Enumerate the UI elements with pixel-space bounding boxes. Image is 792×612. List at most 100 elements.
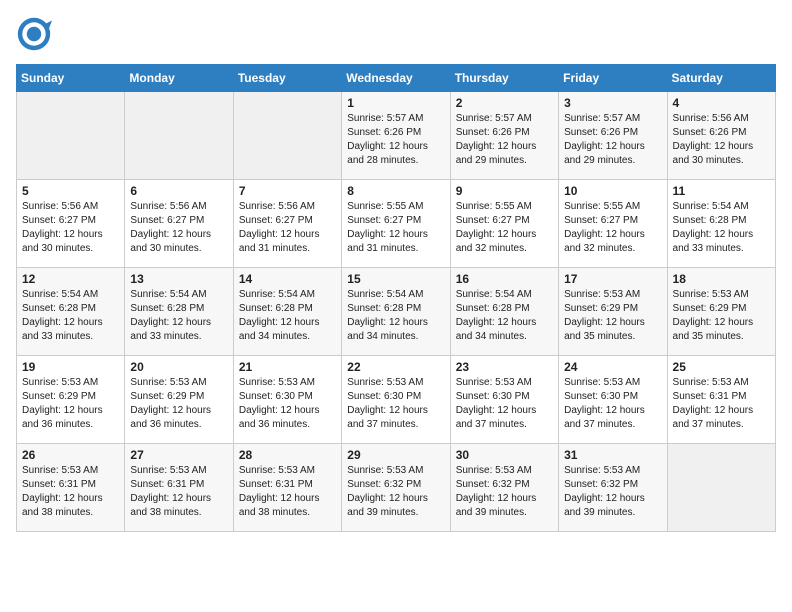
day-info: Sunrise: 5:54 AM Sunset: 6:28 PM Dayligh… <box>673 201 754 254</box>
day-number: 13 <box>130 272 227 286</box>
day-number: 16 <box>456 272 553 286</box>
day-info: Sunrise: 5:53 AM Sunset: 6:31 PM Dayligh… <box>130 465 211 518</box>
day-info: Sunrise: 5:55 AM Sunset: 6:27 PM Dayligh… <box>564 201 645 254</box>
day-info: Sunrise: 5:54 AM Sunset: 6:28 PM Dayligh… <box>239 289 320 342</box>
calendar-cell: 21 Sunrise: 5:53 AM Sunset: 6:30 PM Dayli… <box>233 356 341 444</box>
day-info: Sunrise: 5:56 AM Sunset: 6:27 PM Dayligh… <box>239 201 320 254</box>
day-info: Sunrise: 5:53 AM Sunset: 6:30 PM Dayligh… <box>456 377 537 430</box>
calendar-cell <box>667 444 775 532</box>
day-info: Sunrise: 5:54 AM Sunset: 6:28 PM Dayligh… <box>22 289 103 342</box>
day-number: 23 <box>456 360 553 374</box>
day-number: 2 <box>456 96 553 110</box>
calendar-cell: 3 Sunrise: 5:57 AM Sunset: 6:26 PM Daylig… <box>559 92 667 180</box>
week-row-3: 12 Sunrise: 5:54 AM Sunset: 6:28 PM Dayli… <box>17 268 776 356</box>
day-info: Sunrise: 5:57 AM Sunset: 6:26 PM Dayligh… <box>564 113 645 166</box>
day-number: 15 <box>347 272 444 286</box>
day-number: 7 <box>239 184 336 198</box>
day-number: 4 <box>673 96 770 110</box>
calendar-cell: 18Sunrise: 5:53 AM Sunset: 6:29 PM Dayli… <box>667 268 775 356</box>
calendar-cell: 8 Sunrise: 5:55 AM Sunset: 6:27 PM Daylig… <box>342 180 450 268</box>
calendar-cell: 16Sunrise: 5:54 AM Sunset: 6:28 PM Dayli… <box>450 268 558 356</box>
day-header-monday: Monday <box>125 65 233 92</box>
day-info: Sunrise: 5:53 AM Sunset: 6:30 PM Dayligh… <box>239 377 320 430</box>
day-number: 30 <box>456 448 553 462</box>
day-number: 12 <box>22 272 119 286</box>
day-number: 3 <box>564 96 661 110</box>
calendar-cell: 20 Sunrise: 5:53 AM Sunset: 6:29 PM Dayli… <box>125 356 233 444</box>
calendar-cell: 11 Sunrise: 5:54 AM Sunset: 6:28 PM Dayli… <box>667 180 775 268</box>
day-number: 31 <box>564 448 661 462</box>
day-number: 25 <box>673 360 770 374</box>
calendar-cell: 24 Sunrise: 5:53 AM Sunset: 6:30 PM Dayli… <box>559 356 667 444</box>
day-number: 9 <box>456 184 553 198</box>
day-info: Sunrise: 5:55 AM Sunset: 6:27 PM Dayligh… <box>347 201 428 254</box>
calendar-cell <box>125 92 233 180</box>
day-info: Sunrise: 5:53 AM Sunset: 6:29 PM Dayligh… <box>130 377 211 430</box>
calendar-cell: 29Sunrise: 5:53 AM Sunset: 6:32 PM Dayli… <box>342 444 450 532</box>
calendar-cell: 1 Sunrise: 5:57 AM Sunset: 6:26 PM Daylig… <box>342 92 450 180</box>
week-row-2: 5Sunrise: 5:56 AM Sunset: 6:27 PM Daylig… <box>17 180 776 268</box>
day-info: Sunrise: 5:55 AM Sunset: 6:27 PM Dayligh… <box>456 201 537 254</box>
day-info: Sunrise: 5:53 AM Sunset: 6:32 PM Dayligh… <box>456 465 537 518</box>
week-row-5: 26 Sunrise: 5:53 AM Sunset: 6:31 PM Dayli… <box>17 444 776 532</box>
day-info: Sunrise: 5:53 AM Sunset: 6:30 PM Dayligh… <box>564 377 645 430</box>
calendar-cell <box>233 92 341 180</box>
day-header-saturday: Saturday <box>667 65 775 92</box>
week-row-1: 1 Sunrise: 5:57 AM Sunset: 6:26 PM Daylig… <box>17 92 776 180</box>
day-info: Sunrise: 5:54 AM Sunset: 6:28 PM Dayligh… <box>347 289 428 342</box>
calendar-cell: 5Sunrise: 5:56 AM Sunset: 6:27 PM Daylig… <box>17 180 125 268</box>
day-header-tuesday: Tuesday <box>233 65 341 92</box>
calendar-cell: 2 Sunrise: 5:57 AM Sunset: 6:26 PM Daylig… <box>450 92 558 180</box>
day-header-sunday: Sunday <box>17 65 125 92</box>
calendar-cell: 23 Sunrise: 5:53 AM Sunset: 6:30 PM Dayli… <box>450 356 558 444</box>
day-number: 24 <box>564 360 661 374</box>
calendar-cell: 31 Sunrise: 5:53 AM Sunset: 6:32 PM Dayli… <box>559 444 667 532</box>
day-info: Sunrise: 5:57 AM Sunset: 6:26 PM Dayligh… <box>456 113 537 166</box>
logo <box>16 16 56 52</box>
day-info: Sunrise: 5:56 AM Sunset: 6:27 PM Dayligh… <box>130 201 211 254</box>
calendar-table: SundayMondayTuesdayWednesdayThursdayFrid… <box>16 64 776 532</box>
calendar-cell: 22 Sunrise: 5:53 AM Sunset: 6:30 PM Dayli… <box>342 356 450 444</box>
week-row-4: 19Sunrise: 5:53 AM Sunset: 6:29 PM Dayli… <box>17 356 776 444</box>
calendar-cell: 4 Sunrise: 5:56 AM Sunset: 6:26 PM Daylig… <box>667 92 775 180</box>
day-info: Sunrise: 5:54 AM Sunset: 6:28 PM Dayligh… <box>130 289 211 342</box>
day-info: Sunrise: 5:53 AM Sunset: 6:31 PM Dayligh… <box>673 377 754 430</box>
calendar-cell: 6Sunrise: 5:56 AM Sunset: 6:27 PM Daylig… <box>125 180 233 268</box>
day-info: Sunrise: 5:56 AM Sunset: 6:26 PM Dayligh… <box>673 113 754 166</box>
day-number: 18 <box>673 272 770 286</box>
day-info: Sunrise: 5:53 AM Sunset: 6:29 PM Dayligh… <box>564 289 645 342</box>
day-number: 29 <box>347 448 444 462</box>
logo-icon <box>16 16 52 52</box>
calendar-cell: 19Sunrise: 5:53 AM Sunset: 6:29 PM Dayli… <box>17 356 125 444</box>
calendar-cell <box>17 92 125 180</box>
day-info: Sunrise: 5:53 AM Sunset: 6:31 PM Dayligh… <box>22 465 103 518</box>
day-number: 27 <box>130 448 227 462</box>
calendar-cell: 10Sunrise: 5:55 AM Sunset: 6:27 PM Dayli… <box>559 180 667 268</box>
day-number: 11 <box>673 184 770 198</box>
day-info: Sunrise: 5:53 AM Sunset: 6:30 PM Dayligh… <box>347 377 428 430</box>
calendar-cell: 7 Sunrise: 5:56 AM Sunset: 6:27 PM Daylig… <box>233 180 341 268</box>
calendar-cell: 25 Sunrise: 5:53 AM Sunset: 6:31 PM Dayli… <box>667 356 775 444</box>
day-number: 14 <box>239 272 336 286</box>
day-info: Sunrise: 5:53 AM Sunset: 6:29 PM Dayligh… <box>22 377 103 430</box>
day-header-thursday: Thursday <box>450 65 558 92</box>
calendar-cell: 26 Sunrise: 5:53 AM Sunset: 6:31 PM Dayli… <box>17 444 125 532</box>
calendar-cell: 13 Sunrise: 5:54 AM Sunset: 6:28 PM Dayli… <box>125 268 233 356</box>
calendar-cell: 14 Sunrise: 5:54 AM Sunset: 6:28 PM Dayli… <box>233 268 341 356</box>
calendar-cell: 17 Sunrise: 5:53 AM Sunset: 6:29 PM Dayli… <box>559 268 667 356</box>
calendar-cell: 9 Sunrise: 5:55 AM Sunset: 6:27 PM Daylig… <box>450 180 558 268</box>
day-info: Sunrise: 5:53 AM Sunset: 6:32 PM Dayligh… <box>564 465 645 518</box>
day-info: Sunrise: 5:57 AM Sunset: 6:26 PM Dayligh… <box>347 113 428 166</box>
calendar-cell: 30 Sunrise: 5:53 AM Sunset: 6:32 PM Dayli… <box>450 444 558 532</box>
day-number: 22 <box>347 360 444 374</box>
day-number: 21 <box>239 360 336 374</box>
day-number: 8 <box>347 184 444 198</box>
day-number: 26 <box>22 448 119 462</box>
day-info: Sunrise: 5:53 AM Sunset: 6:31 PM Dayligh… <box>239 465 320 518</box>
day-number: 28 <box>239 448 336 462</box>
day-header-wednesday: Wednesday <box>342 65 450 92</box>
day-info: Sunrise: 5:56 AM Sunset: 6:27 PM Dayligh… <box>22 201 103 254</box>
day-number: 20 <box>130 360 227 374</box>
day-number: 17 <box>564 272 661 286</box>
day-number: 1 <box>347 96 444 110</box>
